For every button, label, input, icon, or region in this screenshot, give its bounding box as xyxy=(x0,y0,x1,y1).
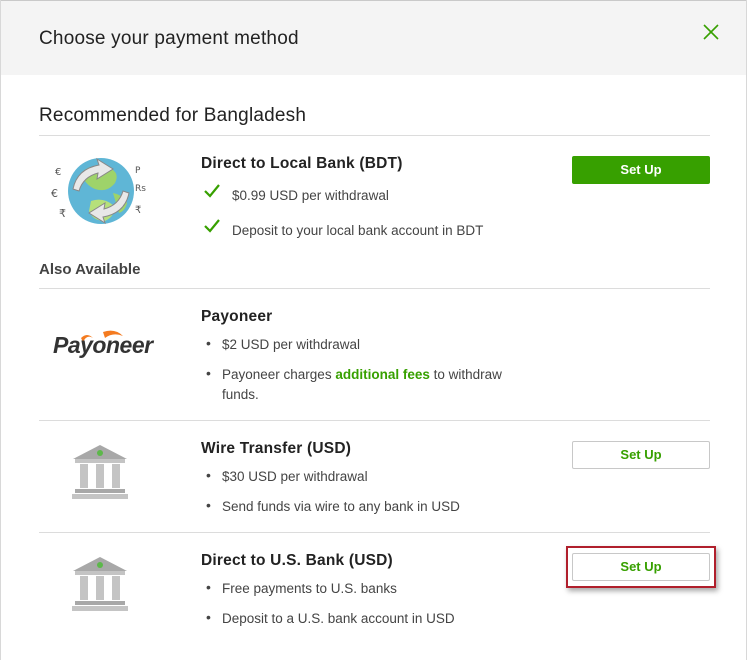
svg-text:₹: ₹ xyxy=(135,205,141,216)
bullet: • xyxy=(206,579,211,595)
method-title-us-bank: Direct to U.S. Bank (USD) xyxy=(201,552,393,569)
divider xyxy=(39,420,710,421)
modal-title: Choose your payment method xyxy=(39,28,299,49)
payment-method-modal: Choose your payment method Recommended f… xyxy=(0,0,747,660)
bullet: • xyxy=(206,365,211,381)
fee-note-prefix: Payoneer charges xyxy=(222,367,336,382)
bullet: • xyxy=(206,609,211,625)
additional-fees-link[interactable]: additional fees xyxy=(335,367,430,382)
feature-text: Deposit to a U.S. bank account in USD xyxy=(222,611,455,626)
recommended-heading: Recommended for Bangladesh xyxy=(39,105,307,126)
fee-note-continuation: funds. xyxy=(222,387,259,402)
feature-text: $2 USD per withdrawal xyxy=(222,337,361,352)
bullet: • xyxy=(206,335,211,351)
modal-header: Choose your payment method xyxy=(1,0,746,75)
svg-text:€: € xyxy=(55,167,61,178)
svg-text:₹: ₹ xyxy=(59,207,66,220)
divider xyxy=(39,135,710,136)
feature-text: $30 USD per withdrawal xyxy=(222,469,368,484)
bullet: • xyxy=(206,497,211,513)
setup-button-wire-transfer[interactable]: Set Up xyxy=(572,441,710,469)
payoneer-logo-text: Payoneer xyxy=(53,332,153,358)
setup-button-local-bank[interactable]: Set Up xyxy=(572,156,710,184)
fee-note-suffix: to withdraw xyxy=(429,367,502,382)
feature-text: $0.99 USD per withdrawal xyxy=(232,188,389,203)
feature-text: Send funds via wire to any bank in USD xyxy=(222,499,460,514)
svg-text:P: P xyxy=(135,166,141,176)
divider xyxy=(39,532,710,533)
feature-text: Deposit to your local bank account in BD… xyxy=(232,223,484,238)
fee-note: Payoneer charges additional fees to with… xyxy=(222,365,502,385)
divider xyxy=(39,288,710,289)
bullet: • xyxy=(206,467,211,483)
method-title-wire-transfer: Wire Transfer (USD) xyxy=(201,440,352,457)
bank-building-icon xyxy=(72,557,128,611)
feature-text: Free payments to U.S. banks xyxy=(222,581,397,596)
also-available-heading: Also Available xyxy=(39,261,141,278)
check-icon xyxy=(204,219,220,233)
bank-building-icon xyxy=(72,445,128,499)
method-title-local-bank: Direct to Local Bank (BDT) xyxy=(201,155,403,172)
check-icon xyxy=(204,184,220,198)
svg-text:€: € xyxy=(51,187,58,200)
method-title-payoneer: Payoneer xyxy=(201,308,273,325)
currency-globe-icon: € € ₹ P Rs ₹ xyxy=(51,157,146,225)
close-icon[interactable] xyxy=(702,23,720,41)
setup-button-us-bank[interactable]: Set Up xyxy=(572,553,710,581)
svg-text:Rs: Rs xyxy=(135,184,146,194)
